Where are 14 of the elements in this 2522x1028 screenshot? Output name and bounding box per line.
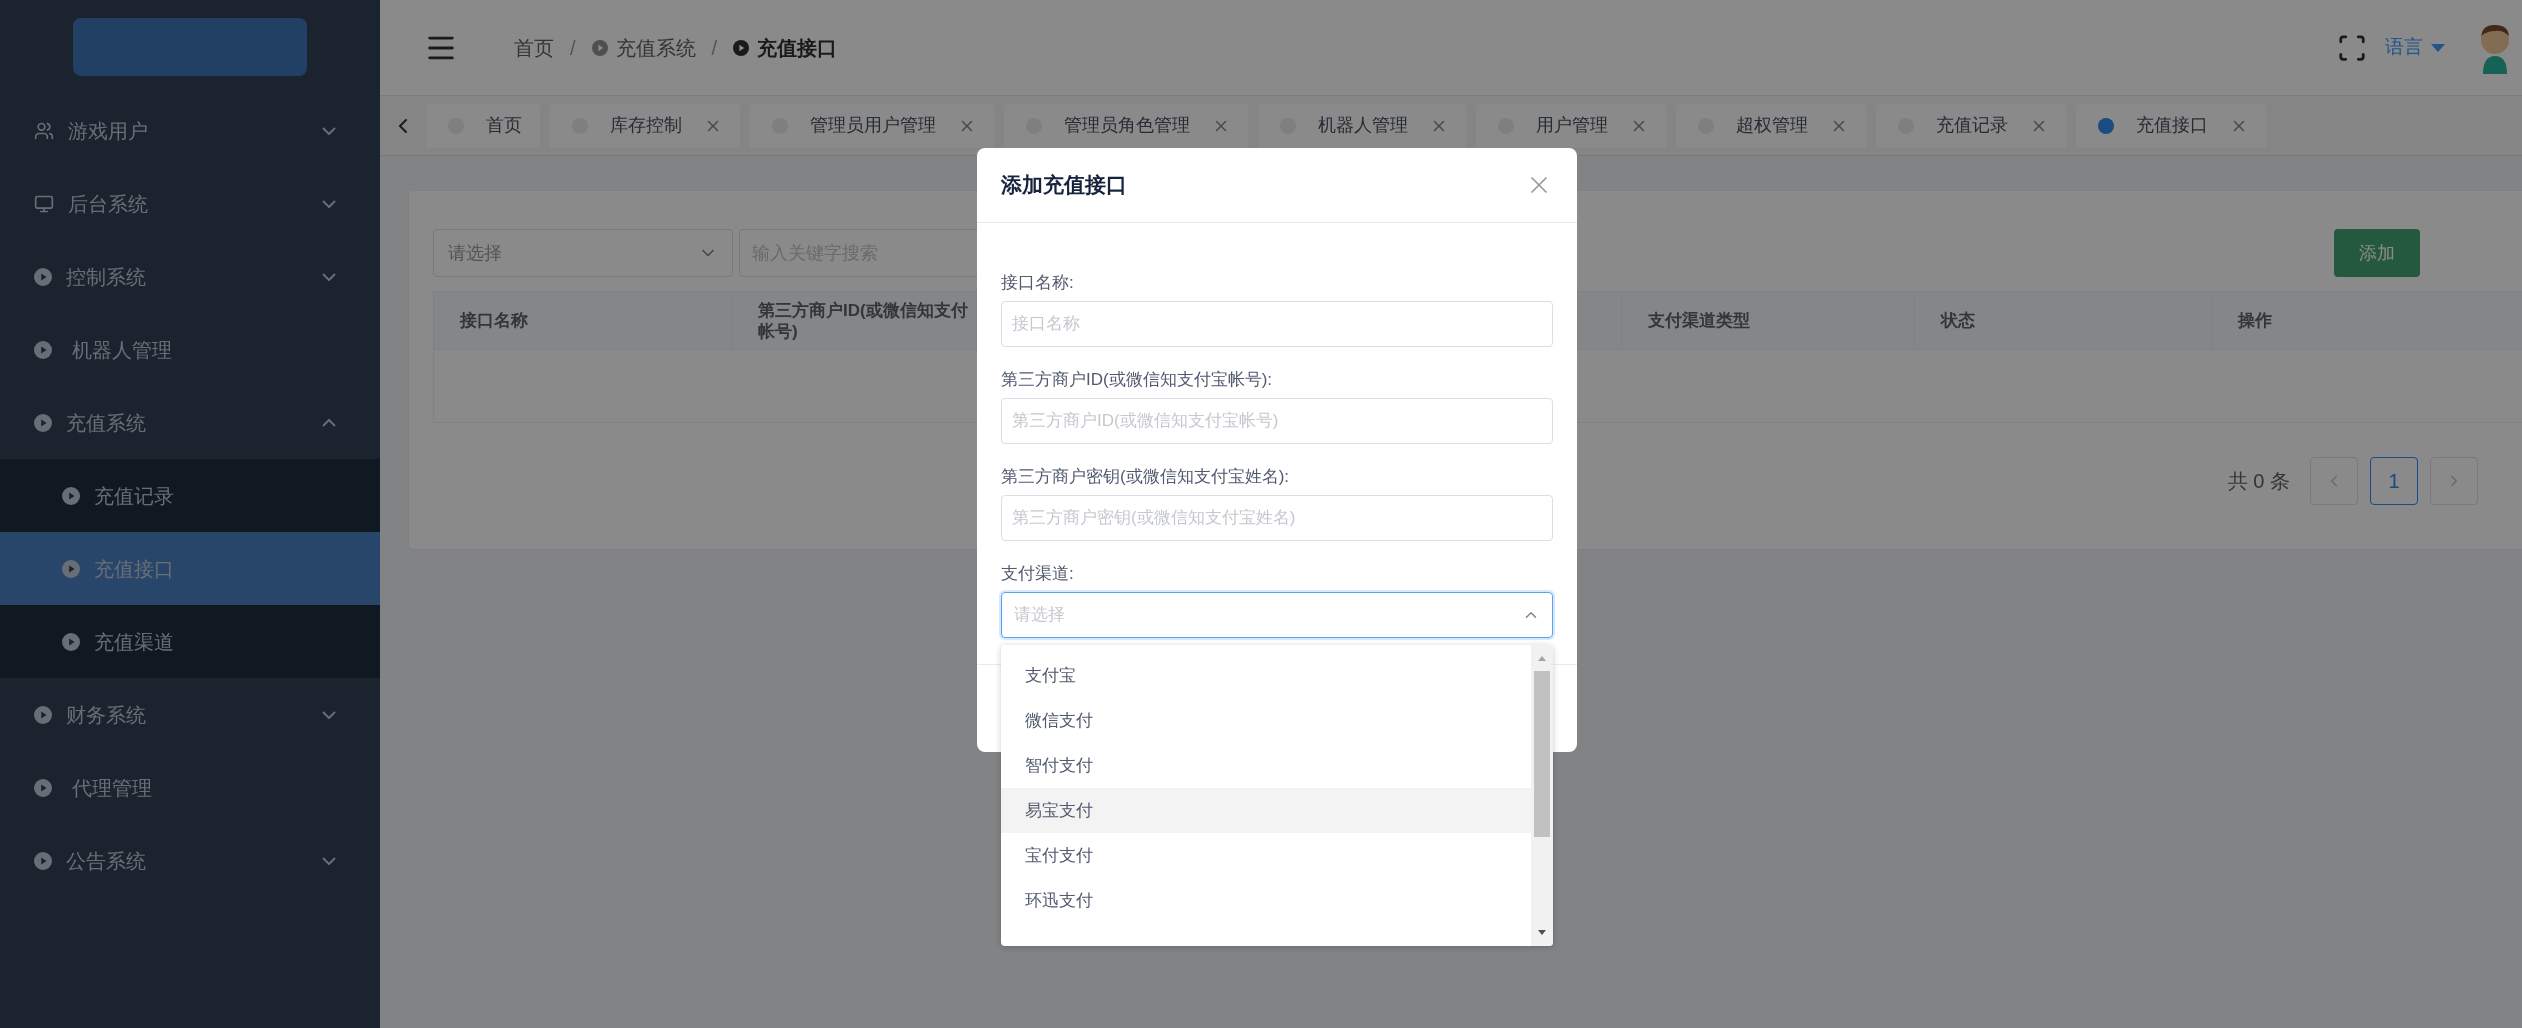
- column-header: 接口名称: [460, 310, 528, 331]
- total-count: 共 0 条: [2227, 469, 2290, 494]
- column-header: 第三方商户ID(或微信知支付 帐号): [758, 299, 968, 342]
- field-label: 接口名称:: [1001, 272, 1075, 294]
- field-label: 第三方商户密钥(或微信知支付宝姓名):: [1001, 466, 1291, 488]
- field-label: 第三方商户ID(或微信知支付宝帐号):: [1001, 369, 1274, 391]
- breadcrumb-separator: /: [570, 35, 576, 61]
- breadcrumb-separator: /: [711, 35, 718, 61]
- column-header: 操作: [2238, 310, 2272, 331]
- column-header: 支付渠道类型: [1648, 310, 1750, 331]
- field-label: 支付渠道:: [1001, 563, 1075, 585]
- column-header: 状态: [1941, 310, 1975, 331]
- breadcrumb-item: 充值接口: [757, 35, 838, 61]
- dialog-title: 添加充值接口: [1001, 172, 1128, 199]
